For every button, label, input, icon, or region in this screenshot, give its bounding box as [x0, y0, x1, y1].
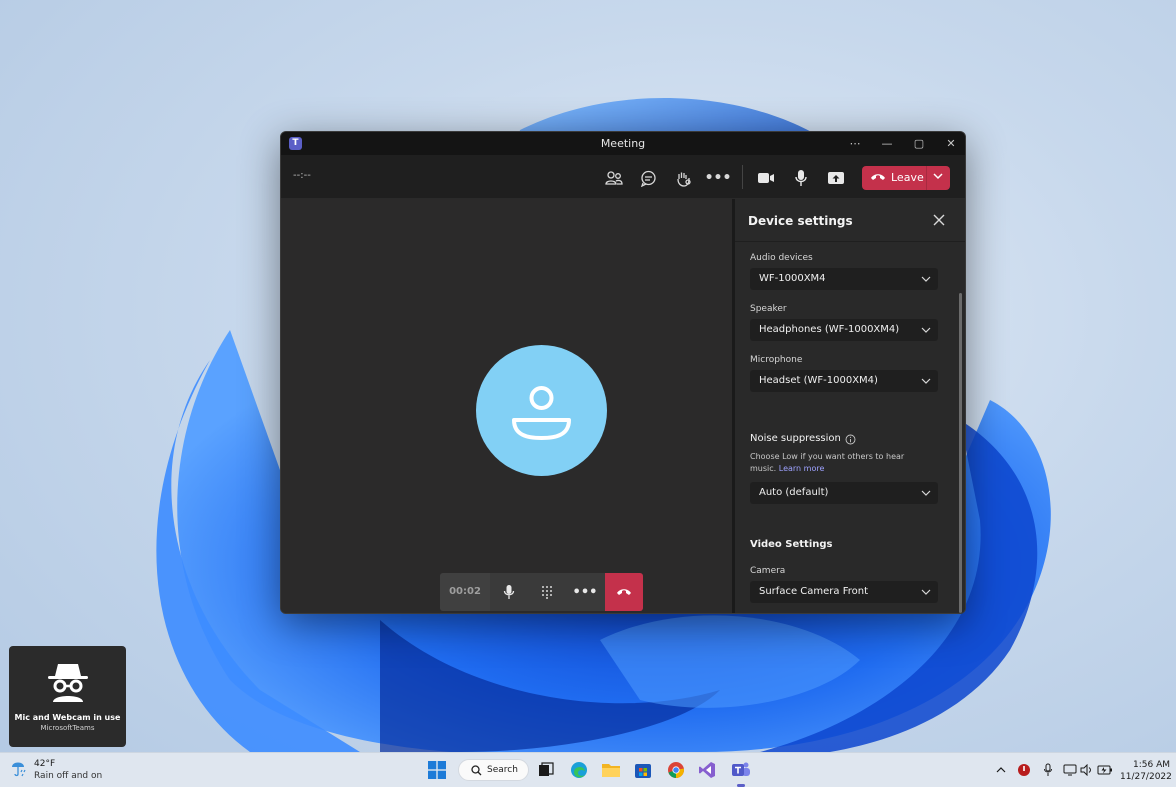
chrome-icon[interactable]: [665, 759, 687, 781]
weather-widget[interactable]: 42°F Rain off and on: [10, 758, 102, 784]
participants-icon[interactable]: [603, 167, 625, 189]
camera-dropdown[interactable]: Surface Camera Front: [750, 581, 938, 603]
panel-header: Device settings: [735, 199, 965, 242]
microphone-label: Microphone: [750, 355, 803, 365]
noise-suppression-dropdown[interactable]: Auto (default): [750, 482, 938, 504]
noise-hint-text: Choose Low if you want others to hear mu…: [750, 452, 905, 473]
noise-suppression-title: Noise suppression: [750, 433, 841, 444]
antivirus-icon[interactable]: [1016, 762, 1032, 778]
video-settings-title: Video Settings: [750, 539, 833, 550]
teams-icon[interactable]: [730, 759, 752, 781]
mic-toggle-icon[interactable]: [490, 573, 528, 611]
file-explorer-icon[interactable]: [600, 759, 622, 781]
chat-icon[interactable]: [637, 167, 659, 189]
start-icon[interactable]: [426, 759, 448, 781]
camera-label: Camera: [750, 566, 786, 576]
rain-icon: [12, 762, 26, 777]
noise-suppression-value: Auto (default): [759, 487, 829, 498]
microphone-dropdown[interactable]: Headset (WF-1000XM4): [750, 370, 938, 392]
info-icon[interactable]: [845, 434, 856, 445]
task-view-icon[interactable]: [535, 759, 557, 781]
maximize-button[interactable]: ▢: [903, 135, 935, 153]
camera-icon[interactable]: [755, 167, 777, 189]
mic-webcam-notification[interactable]: Mic and Webcam in use MicrosoftTeams: [9, 646, 126, 747]
taskbar-search[interactable]: Search: [458, 759, 529, 781]
audio-devices-dropdown[interactable]: WF-1000XM4: [750, 268, 938, 290]
store-icon[interactable]: [632, 759, 654, 781]
network-icon[interactable]: [1062, 762, 1078, 778]
video-stage: 00:02 •••: [281, 199, 732, 613]
notification-title: Mic and Webcam in use: [14, 713, 121, 722]
speaker-value: Headphones (WF-1000XM4): [759, 324, 900, 335]
camera-value: Surface Camera Front: [759, 586, 868, 597]
noise-suppression-hint: Choose Low if you want others to hear mu…: [750, 451, 920, 475]
weather-temp: 42°F: [34, 759, 56, 769]
title-bar: T Meeting ⋯ — ▢ ✕: [281, 132, 965, 155]
taskbar: 42°F Rain off and on Search 1:56 AM 11/2…: [0, 752, 1176, 787]
visual-studio-icon[interactable]: [696, 759, 718, 781]
meeting-toolbar: --:-- ••• Leave: [281, 155, 965, 199]
toolbar-divider: [742, 165, 743, 189]
audio-devices-label: Audio devices: [750, 253, 813, 263]
chevron-down-icon[interactable]: [932, 170, 944, 182]
call-duration: 00:02: [440, 573, 490, 611]
volume-icon[interactable]: [1079, 762, 1095, 778]
meeting-timer: --:--: [293, 170, 311, 181]
search-label: Search: [487, 765, 518, 775]
clock-time: 1:56 AM: [1133, 760, 1170, 770]
leave-label: Leave: [891, 171, 924, 184]
chevron-down-icon: [921, 276, 931, 282]
close-icon[interactable]: [931, 212, 947, 228]
chevron-down-icon: [921, 490, 931, 496]
hang-up-icon: [871, 174, 885, 180]
share-screen-icon[interactable]: [825, 167, 847, 189]
edge-icon[interactable]: [568, 759, 590, 781]
device-settings-panel: Device settings Audio devices WF-1000XM4…: [735, 199, 965, 613]
weather-condition: Rain off and on: [34, 771, 103, 781]
hang-up-icon: [617, 589, 631, 595]
close-window-button[interactable]: ✕: [935, 135, 965, 153]
battery-icon[interactable]: [1097, 762, 1113, 778]
microphone-icon[interactable]: [790, 167, 812, 189]
learn-more-link[interactable]: Learn more: [779, 464, 825, 473]
more-call-options-icon[interactable]: •••: [566, 573, 604, 611]
more-actions-icon[interactable]: •••: [705, 167, 732, 189]
incognito-icon: [48, 664, 88, 702]
clock[interactable]: 1:56 AM 11/27/2022: [1120, 759, 1172, 783]
search-icon: [471, 765, 482, 776]
end-call-button[interactable]: [605, 573, 643, 611]
chevron-down-icon: [921, 378, 931, 384]
leave-divider: [926, 166, 927, 190]
speaker-label: Speaker: [750, 304, 787, 314]
person-icon: [512, 386, 571, 440]
teams-meeting-window: T Meeting ⋯ — ▢ ✕ --:-- ••• Leave 00:02 …: [280, 131, 966, 614]
avatar: [476, 345, 607, 476]
leave-button[interactable]: Leave: [862, 166, 950, 190]
reactions-icon[interactable]: [672, 167, 694, 189]
speaker-dropdown[interactable]: Headphones (WF-1000XM4): [750, 319, 938, 341]
audio-devices-value: WF-1000XM4: [759, 273, 826, 284]
mic-in-use-icon[interactable]: [1040, 762, 1056, 778]
dialpad-icon[interactable]: [528, 573, 566, 611]
microphone-value: Headset (WF-1000XM4): [759, 375, 878, 386]
clock-date: 11/27/2022: [1120, 772, 1172, 782]
panel-title: Device settings: [748, 214, 853, 228]
chevron-up-icon[interactable]: [993, 762, 1009, 778]
call-controls: 00:02 •••: [440, 573, 643, 611]
minimize-button[interactable]: —: [871, 135, 903, 153]
notification-app: MicrosoftTeams: [40, 724, 95, 732]
panel-scrollbar[interactable]: [959, 293, 962, 613]
chevron-down-icon: [921, 589, 931, 595]
chevron-down-icon: [921, 327, 931, 333]
more-options-icon[interactable]: ⋯: [839, 135, 871, 153]
